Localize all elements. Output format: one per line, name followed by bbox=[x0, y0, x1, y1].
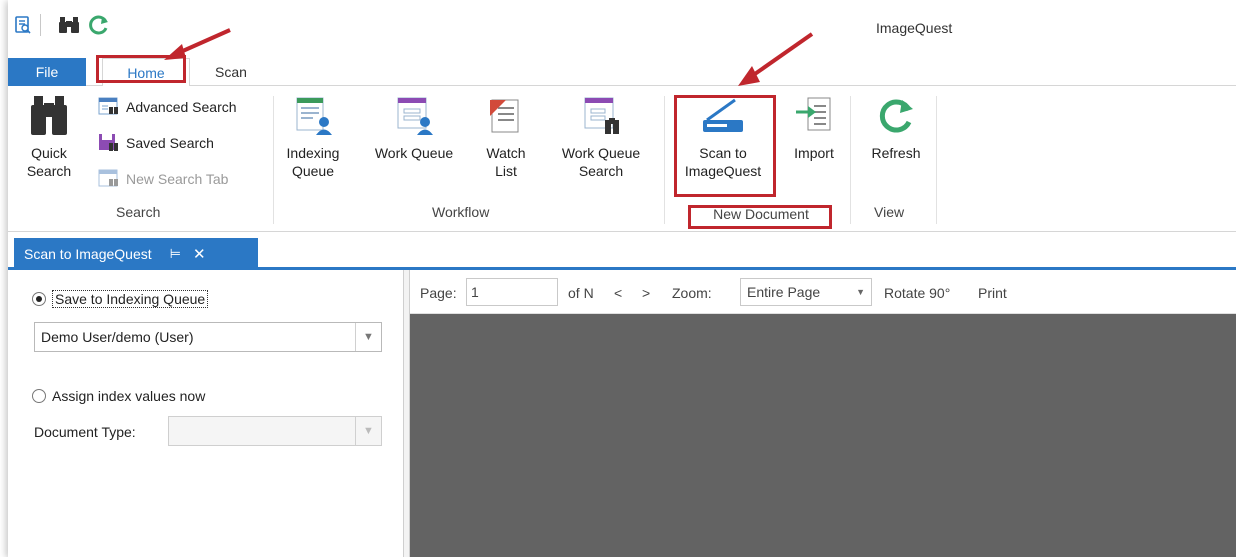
page-label: Page: bbox=[420, 285, 457, 301]
new-document-group-label: New Document bbox=[713, 206, 809, 222]
binoculars-icon bbox=[27, 94, 71, 138]
tab-scan[interactable]: Scan bbox=[204, 58, 258, 86]
app-title: ImageQuest bbox=[876, 20, 953, 36]
chevron-down-icon: ▼ bbox=[856, 287, 865, 297]
chevron-down-icon: ▼ bbox=[355, 417, 381, 445]
radio-unselected-icon bbox=[32, 389, 46, 403]
queue-user-select[interactable]: Demo User/demo (User) ▼ bbox=[34, 322, 382, 352]
saved-search-button[interactable]: Saved Search bbox=[98, 132, 214, 154]
document-viewer: Page: 1 of N < > Zoom: Entire Page ▼ Rot… bbox=[410, 270, 1236, 557]
app-window: ImageQuest File Home Scan Quick Search A… bbox=[8, 0, 1236, 557]
import-button[interactable]: Import bbox=[786, 94, 842, 162]
work-queue-button[interactable]: Work Queue bbox=[364, 94, 464, 162]
refresh-icon bbox=[874, 94, 918, 138]
close-icon[interactable]: ✕ bbox=[193, 245, 206, 263]
ribbon: Quick Search Advanced Search Saved Searc… bbox=[8, 86, 1236, 232]
new-search-tab-label: New Search Tab bbox=[126, 171, 229, 187]
document-canvas[interactable] bbox=[410, 314, 1236, 557]
title-bar: ImageQuest bbox=[8, 0, 1236, 56]
quick-search-button[interactable]: Quick Search bbox=[14, 94, 84, 180]
save-to-indexing-queue-radio[interactable]: Save to Indexing Queue bbox=[32, 290, 209, 308]
tab-home[interactable]: Home bbox=[102, 58, 190, 86]
group-separator bbox=[273, 96, 274, 224]
group-separator bbox=[664, 96, 665, 224]
prev-page-button[interactable]: < bbox=[614, 285, 622, 301]
new-search-tab-icon bbox=[98, 168, 120, 190]
indexing-queue-button[interactable]: Indexing Queue bbox=[278, 94, 348, 180]
watch-list-label: Watch List bbox=[486, 145, 526, 179]
zoom-select[interactable]: Entire Page ▼ bbox=[740, 278, 872, 306]
scan-options-panel: Save to Indexing Queue Demo User/demo (U… bbox=[8, 270, 404, 557]
qat-separator bbox=[40, 14, 41, 36]
print-button[interactable]: Print bbox=[978, 285, 1007, 301]
work-queue-search-label: Work Queue Search bbox=[561, 145, 641, 179]
search-group-label: Search bbox=[116, 204, 161, 220]
advanced-search-button[interactable]: Advanced Search bbox=[98, 96, 237, 118]
pin-icon[interactable]: ⊨ bbox=[170, 246, 181, 262]
refresh-icon[interactable] bbox=[88, 14, 110, 36]
advanced-search-icon bbox=[98, 96, 120, 118]
page-number-input[interactable]: 1 bbox=[466, 278, 558, 306]
assign-index-values-radio[interactable]: Assign index values now bbox=[32, 388, 205, 404]
scanner-icon bbox=[701, 94, 745, 138]
binoculars-icon[interactable] bbox=[58, 14, 80, 36]
document-type-label: Document Type: bbox=[34, 424, 136, 440]
view-group-label: View bbox=[874, 204, 905, 220]
advanced-search-label: Advanced Search bbox=[126, 99, 237, 115]
ribbon-tab-row: File Home Scan bbox=[8, 56, 1236, 86]
watch-list-button[interactable]: Watch List bbox=[476, 94, 536, 180]
group-separator bbox=[936, 96, 937, 224]
zoom-value: Entire Page bbox=[747, 284, 821, 300]
work-queue-icon bbox=[392, 94, 436, 138]
work-queue-label: Work Queue bbox=[374, 145, 454, 161]
page-count-label: of N bbox=[568, 285, 594, 301]
document-type-select[interactable]: ▼ bbox=[168, 416, 382, 446]
work-queue-search-button[interactable]: Work Queue Search bbox=[548, 94, 654, 180]
saved-search-label: Saved Search bbox=[126, 135, 214, 151]
chevron-down-icon: ▼ bbox=[355, 323, 381, 351]
queue-user-value: Demo User/demo (User) bbox=[41, 329, 194, 345]
zoom-label: Zoom: bbox=[672, 285, 712, 301]
app-icon[interactable] bbox=[12, 14, 34, 36]
doc-tab-label: Scan to ImageQuest bbox=[24, 246, 152, 262]
scan-to-imagequest-button[interactable]: Scan to ImageQuest bbox=[676, 94, 770, 180]
save-to-indexing-queue-label: Save to Indexing Queue bbox=[52, 290, 209, 308]
watch-list-icon bbox=[484, 94, 528, 138]
viewer-toolbar: Page: 1 of N < > Zoom: Entire Page ▼ Rot… bbox=[410, 270, 1236, 314]
import-label: Import bbox=[794, 145, 834, 161]
quick-search-label: Quick Search bbox=[26, 145, 72, 179]
radio-selected-icon bbox=[32, 292, 46, 306]
import-icon bbox=[792, 94, 836, 138]
new-search-tab-button[interactable]: New Search Tab bbox=[98, 168, 228, 190]
refresh-label: Refresh bbox=[871, 145, 921, 161]
tab-scan-to-imagequest[interactable]: Scan to ImageQuest ⊨ ✕ bbox=[14, 238, 258, 270]
indexing-queue-label: Indexing Queue bbox=[286, 145, 340, 179]
work-queue-search-icon bbox=[579, 94, 623, 138]
document-tab-strip: Scan to ImageQuest ⊨ ✕ bbox=[8, 232, 1236, 270]
rotate-button[interactable]: Rotate 90° bbox=[884, 285, 950, 301]
tab-file[interactable]: File bbox=[8, 58, 86, 86]
group-separator bbox=[850, 96, 851, 224]
refresh-button[interactable]: Refresh bbox=[860, 94, 932, 162]
workflow-group-label: Workflow bbox=[432, 204, 490, 220]
saved-search-icon bbox=[98, 132, 120, 154]
assign-index-values-label: Assign index values now bbox=[52, 388, 206, 404]
scan-to-imagequest-label: Scan to ImageQuest bbox=[684, 145, 762, 179]
next-page-button[interactable]: > bbox=[642, 285, 650, 301]
indexing-queue-icon bbox=[291, 94, 335, 138]
